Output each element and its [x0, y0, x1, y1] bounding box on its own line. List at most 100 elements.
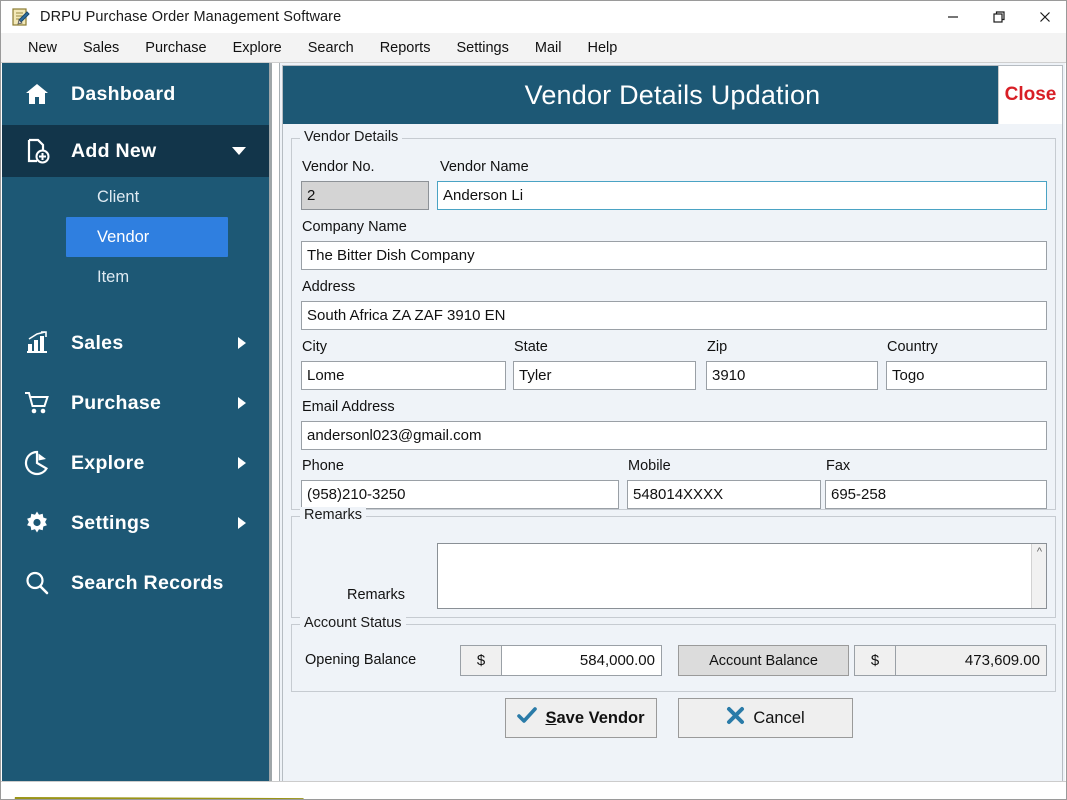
remarks-fieldset: Remarks Remarks ^ — [291, 516, 1056, 618]
company-name-field[interactable]: The Bitter Dish Company — [301, 241, 1047, 270]
title-bar: DRPU Purchase Order Management Software — [1, 1, 1067, 33]
save-vendor-button[interactable]: Save Vendor — [505, 698, 657, 738]
sidebar-label-search-records: Search Records — [71, 572, 224, 595]
scroll-up-icon[interactable]: ^ — [1032, 547, 1047, 557]
application-window: DRPU Purchase Order Management Software … — [0, 0, 1067, 800]
account-balance-currency: $ — [854, 645, 896, 676]
close-window-button[interactable] — [1022, 1, 1067, 33]
sidebar-item-settings[interactable]: Settings — [2, 493, 269, 553]
opening-balance-label: Opening Balance — [305, 652, 416, 668]
vendor-details-fieldset: Vendor Details Vendor No. Vendor Name 2 … — [291, 138, 1056, 510]
email-field[interactable]: andersonl023@gmail.com — [301, 421, 1047, 450]
city-field[interactable]: Lome — [301, 361, 506, 390]
window-bottom-edge — [1, 781, 1067, 800]
vendor-name-field[interactable]: Anderson Li — [437, 181, 1047, 210]
sidebar-label-sales: Sales — [71, 332, 123, 355]
address-field[interactable]: South Africa ZA ZAF 3910 EN — [301, 301, 1047, 330]
home-icon — [20, 82, 54, 106]
close-form-button[interactable]: Close — [998, 66, 1062, 124]
remarks-legend: Remarks — [300, 507, 366, 523]
menu-item-new[interactable]: New — [15, 37, 70, 59]
country-field[interactable]: Togo — [886, 361, 1047, 390]
phone-field[interactable]: (958)210-3250 — [301, 480, 619, 509]
chevron-right-icon-explore — [237, 456, 247, 470]
company-name-label: Company Name — [302, 219, 407, 235]
sidebar-item-search-records[interactable]: Search Records — [2, 553, 269, 613]
sidebar-label-client: Client — [97, 188, 139, 207]
window-controls — [930, 1, 1067, 33]
sidebar-item-client[interactable]: Client — [2, 177, 269, 217]
vendor-no-field[interactable]: 2 — [301, 181, 429, 210]
window-title: DRPU Purchase Order Management Software — [40, 9, 341, 25]
sidebar-label-purchase: Purchase — [71, 392, 161, 415]
email-label: Email Address — [302, 399, 395, 415]
state-label: State — [514, 339, 548, 355]
mobile-label: Mobile — [628, 458, 671, 474]
chevron-right-icon-sales — [237, 336, 247, 350]
menu-item-search[interactable]: Search — [295, 37, 367, 59]
opening-balance-currency: $ — [460, 645, 502, 676]
vendor-details-legend: Vendor Details — [300, 129, 402, 145]
sidebar-label-add-new: Add New — [71, 140, 157, 163]
zip-field[interactable]: 3910 — [706, 361, 878, 390]
page-title: Vendor Details Updation — [525, 80, 821, 111]
menu-item-settings[interactable]: Settings — [443, 37, 521, 59]
bar-chart-icon — [20, 331, 54, 355]
zip-label: Zip — [707, 339, 727, 355]
sidebar-item-vendor[interactable]: Vendor — [66, 217, 228, 257]
menu-item-explore[interactable]: Explore — [220, 37, 295, 59]
form-header: Vendor Details Updation Close — [283, 66, 1062, 124]
state-field[interactable]: Tyler — [513, 361, 696, 390]
menu-item-reports[interactable]: Reports — [367, 37, 444, 59]
account-balance-field: 473,609.00 — [895, 645, 1047, 676]
sidebar-item-sales[interactable]: Sales — [2, 313, 269, 373]
remarks-scrollbar[interactable]: ^ — [1031, 544, 1046, 608]
sidebar: Dashboard Add New Client — [2, 63, 272, 790]
country-label: Country — [887, 339, 938, 355]
app-icon — [10, 6, 32, 28]
sidebar-item-explore[interactable]: Explore — [2, 433, 269, 493]
mobile-field[interactable]: 548014XXXX — [627, 480, 821, 509]
vendor-no-label: Vendor No. — [302, 159, 375, 175]
save-vendor-label: Save Vendor — [545, 709, 644, 728]
fax-label: Fax — [826, 458, 850, 474]
opening-balance-field[interactable]: 584,000.00 — [501, 645, 662, 676]
cancel-label: Cancel — [753, 709, 804, 728]
main-content: Vendor Details Updation Close Vendor Det… — [279, 63, 1065, 800]
maximize-restore-button[interactable] — [976, 1, 1022, 33]
sidebar-item-dashboard[interactable]: Dashboard — [2, 63, 269, 125]
cancel-button[interactable]: Cancel — [678, 698, 853, 738]
vendor-name-label: Vendor Name — [440, 159, 529, 175]
sidebar-item-item[interactable]: Item — [2, 257, 269, 297]
body-area: Dashboard Add New Client — [1, 63, 1067, 800]
minimize-button[interactable] — [930, 1, 976, 33]
sidebar-label-explore: Explore — [71, 452, 145, 475]
fax-field[interactable]: 695-258 — [825, 480, 1047, 509]
sidebar-label-vendor: Vendor — [97, 228, 149, 247]
search-icon — [20, 570, 54, 596]
cart-icon — [20, 391, 54, 416]
vendor-form-panel: Vendor Details Updation Close Vendor Det… — [282, 65, 1063, 794]
menu-item-purchase[interactable]: Purchase — [132, 37, 219, 59]
sidebar-label-settings: Settings — [71, 512, 150, 535]
chevron-down-icon — [231, 146, 247, 156]
address-label: Address — [302, 279, 355, 295]
remarks-label: Remarks — [347, 587, 405, 603]
menu-item-help[interactable]: Help — [574, 37, 630, 59]
save-vendor-label-rest: ave Vendor — [556, 709, 644, 727]
city-label: City — [302, 339, 327, 355]
add-document-icon — [20, 138, 54, 164]
menu-bar: New Sales Purchase Explore Search Report… — [1, 33, 1067, 63]
check-icon — [517, 707, 537, 729]
account-balance-button[interactable]: Account Balance — [678, 645, 849, 676]
remarks-textarea[interactable]: ^ — [437, 543, 1047, 609]
cross-icon — [726, 706, 745, 730]
sidebar-item-purchase[interactable]: Purchase — [2, 373, 269, 433]
save-vendor-mnemonic: S — [545, 709, 556, 727]
pie-chart-icon — [20, 450, 54, 476]
chevron-right-icon-settings — [237, 516, 247, 530]
menu-item-sales[interactable]: Sales — [70, 37, 132, 59]
sidebar-item-add-new[interactable]: Add New — [2, 125, 269, 177]
account-status-legend: Account Status — [300, 615, 406, 631]
menu-item-mail[interactable]: Mail — [522, 37, 575, 59]
